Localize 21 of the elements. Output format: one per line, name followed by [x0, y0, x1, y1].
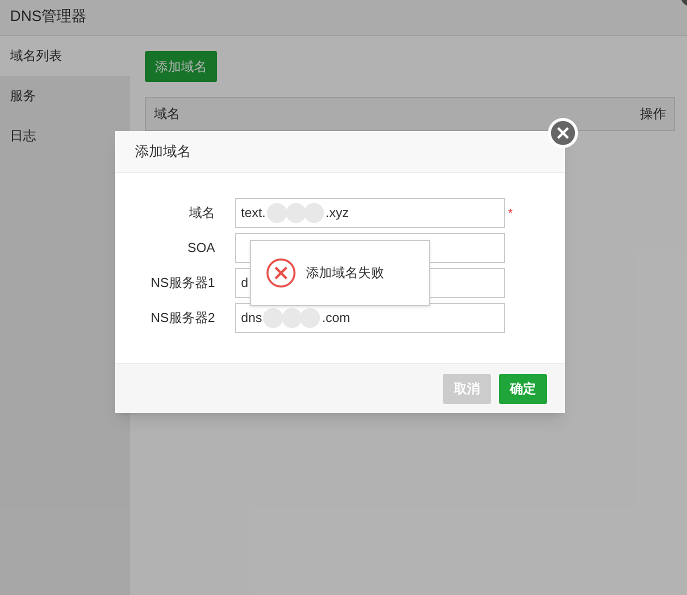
field-value: .xyz — [326, 204, 349, 222]
field-value: text. — [241, 204, 266, 222]
field-label: 域名 — [188, 204, 215, 222]
error-icon — [266, 258, 296, 288]
field-label: NS服务器2 — [150, 309, 215, 328]
field-label: NS服务器1 — [150, 274, 215, 292]
dialog-title: 添加域名 — [135, 142, 191, 161]
sidebar-item[interactable]: 服务 — [0, 76, 130, 116]
field-value: dns — [241, 309, 262, 328]
required-mark: * — [508, 205, 513, 222]
field-label: SOA — [186, 239, 215, 258]
field-value: .com — [322, 309, 350, 328]
field-value: d — [241, 274, 248, 292]
column-header: 域名 — [154, 105, 180, 124]
input-field[interactable]: text. .xyz — [235, 198, 505, 228]
toast-message: 添加域名失败 — [306, 264, 384, 282]
window-title: DNS管理器 — [10, 7, 87, 28]
column-header: 操作 — [640, 105, 666, 124]
blur-drawing — [262, 307, 322, 329]
close-icon — [557, 127, 569, 139]
sidebar-item[interactable]: 域名列表 — [0, 36, 130, 76]
